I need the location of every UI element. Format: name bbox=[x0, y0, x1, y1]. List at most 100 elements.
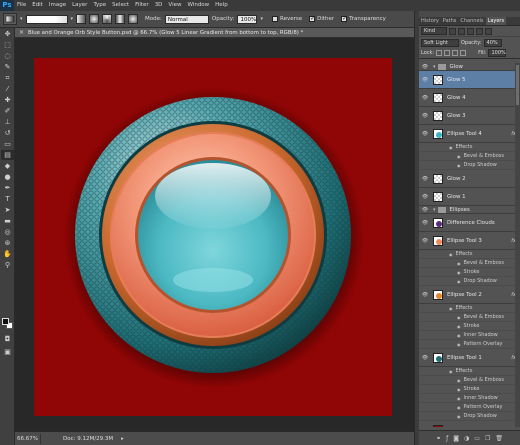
visibility-eye-icon[interactable]: 👁 bbox=[419, 194, 431, 200]
crop-tool-icon[interactable]: ⌗ bbox=[1, 73, 14, 83]
layer-name[interactable]: Difference Clouds bbox=[447, 220, 495, 226]
effects-header[interactable]: ◉ Effects bbox=[419, 250, 520, 259]
filter-smart-object-icon[interactable] bbox=[485, 27, 492, 35]
effect-row-inner-shadow[interactable]: ◉ Inner Shadow bbox=[419, 331, 520, 340]
layer-row-glow-1[interactable]: 👁 Glow 1 bbox=[419, 188, 520, 206]
layer-thumbnail[interactable] bbox=[433, 110, 443, 121]
layer-name[interactable]: Ellipse Tool 1 bbox=[447, 355, 482, 361]
effect-row-inner-shadow[interactable]: ◉ Inner Shadow bbox=[419, 394, 520, 403]
layers-scrollbar[interactable] bbox=[515, 63, 520, 427]
layer-name[interactable]: Glow bbox=[450, 64, 463, 70]
brush-tool-icon[interactable]: ✐ bbox=[1, 106, 14, 116]
healing-brush-tool-icon[interactable]: ✚ bbox=[1, 95, 14, 105]
effect-row-drop-shadow[interactable]: ◉ Drop Shadow bbox=[419, 412, 520, 421]
move-tool-icon[interactable]: ✥ bbox=[1, 29, 14, 39]
visibility-eye-icon[interactable]: 👁 bbox=[419, 77, 431, 83]
gradient-tool-icon[interactable]: ▤ bbox=[1, 150, 14, 160]
chevron-down-icon[interactable]: ▾ bbox=[20, 16, 23, 22]
dodge-tool-icon[interactable]: ● bbox=[1, 172, 14, 182]
filter-shape-icon[interactable] bbox=[476, 27, 483, 35]
layer-row-glow-5[interactable]: 👁 Glow 5 bbox=[419, 71, 520, 89]
zoom-field[interactable]: 66.67% bbox=[15, 433, 41, 444]
lasso-tool-icon[interactable]: ◌ bbox=[1, 51, 14, 61]
menu-image[interactable]: Image bbox=[46, 0, 69, 11]
adjustment-layer-icon[interactable]: ◑ bbox=[464, 435, 469, 442]
lock-transparent-icon[interactable] bbox=[436, 50, 443, 56]
layer-row-glow-4[interactable]: 👁 Glow 4 bbox=[419, 89, 520, 107]
visibility-eye-icon[interactable]: ◉ bbox=[457, 163, 461, 168]
tab-channels[interactable]: Channels bbox=[458, 17, 485, 25]
visibility-eye-icon[interactable]: 👁 bbox=[419, 64, 431, 70]
layer-thumbnail[interactable] bbox=[433, 352, 443, 363]
visibility-eye-icon[interactable]: ◉ bbox=[457, 279, 461, 284]
visibility-eye-icon[interactable]: ◉ bbox=[457, 387, 461, 392]
menu-file[interactable]: File bbox=[14, 0, 29, 11]
transparency-checkbox[interactable]: Transparency bbox=[341, 15, 386, 22]
menu-select[interactable]: Select bbox=[109, 0, 132, 11]
visibility-eye-icon[interactable]: ◉ bbox=[449, 369, 453, 374]
layer-thumbnail[interactable] bbox=[433, 289, 443, 300]
effect-row-stroke[interactable]: ◉ Stroke bbox=[419, 322, 520, 331]
screen-mode-icon[interactable]: ▣ bbox=[1, 347, 14, 357]
angle-gradient-button[interactable] bbox=[102, 14, 113, 24]
dither-checkbox[interactable]: Dither bbox=[309, 15, 334, 22]
type-tool-icon[interactable]: T bbox=[1, 194, 14, 204]
chevron-right-icon[interactable]: ▸ bbox=[121, 436, 124, 442]
link-layers-icon[interactable]: ⚭ bbox=[436, 435, 441, 442]
visibility-eye-icon[interactable]: ◉ bbox=[457, 333, 461, 338]
tool-preset-button[interactable] bbox=[3, 13, 17, 25]
visibility-eye-icon[interactable]: 👁 bbox=[419, 113, 431, 119]
path-selection-tool-icon[interactable]: ➤ bbox=[1, 205, 14, 215]
effect-row-pattern-overlay[interactable]: ◉ Pattern Overlay bbox=[419, 403, 520, 412]
scrollbar-thumb[interactable] bbox=[516, 65, 519, 105]
tab-history[interactable]: History bbox=[419, 17, 441, 25]
menu-3d[interactable]: 3D bbox=[152, 0, 166, 11]
layer-name[interactable]: Background bbox=[447, 427, 479, 428]
layer-thumbnail[interactable] bbox=[433, 74, 443, 85]
eraser-tool-icon[interactable]: ▭ bbox=[1, 139, 14, 149]
zoom-tool-icon[interactable]: ⚲ bbox=[1, 260, 14, 270]
lock-image-icon[interactable] bbox=[444, 50, 451, 56]
layer-thumbnail[interactable] bbox=[433, 173, 443, 184]
layer-row-glow-3[interactable]: 👁 Glow 3 bbox=[419, 107, 520, 125]
visibility-eye-icon[interactable]: ◉ bbox=[457, 315, 461, 320]
close-icon[interactable]: × bbox=[19, 29, 24, 36]
marquee-tool-icon[interactable]: ⬚ bbox=[1, 40, 14, 50]
document-canvas[interactable] bbox=[34, 58, 392, 416]
layer-name[interactable]: Glow 3 bbox=[447, 113, 466, 119]
layer-thumbnail[interactable] bbox=[433, 128, 443, 139]
visibility-eye-icon[interactable]: ◉ bbox=[457, 405, 461, 410]
visibility-eye-icon[interactable]: ◉ bbox=[449, 306, 453, 311]
effects-header[interactable]: ◉ Effects bbox=[419, 143, 520, 152]
layer-row-difference-clouds[interactable]: 👁 Difference Clouds bbox=[419, 214, 520, 232]
menu-window[interactable]: Window bbox=[184, 0, 212, 11]
color-swatches[interactable] bbox=[2, 318, 13, 330]
new-layer-icon[interactable]: ❐ bbox=[485, 435, 490, 442]
effects-header[interactable]: ◉ Effects bbox=[419, 367, 520, 376]
document-tab[interactable]: × Blue and Orange Orb Style Button.psd @… bbox=[15, 28, 414, 38]
visibility-eye-icon[interactable]: ◉ bbox=[457, 324, 461, 329]
canvas-area[interactable] bbox=[15, 38, 414, 431]
history-brush-tool-icon[interactable]: ↺ bbox=[1, 128, 14, 138]
filter-pixel-icon[interactable] bbox=[449, 27, 456, 35]
layer-group-ellipses[interactable]: 👁 ▾ Ellipses bbox=[419, 206, 520, 214]
effect-row-pattern-overlay[interactable]: ◉ Pattern Overlay bbox=[419, 340, 520, 349]
3d-camera-tool-icon[interactable]: ⊛ bbox=[1, 238, 14, 248]
tab-layers[interactable]: Layers bbox=[485, 17, 507, 25]
lock-all-icon[interactable] bbox=[460, 50, 467, 56]
layer-row-ellipse-tool-1[interactable]: 👁 Ellipse Tool 1 fx bbox=[419, 349, 520, 367]
visibility-eye-icon[interactable]: 👁 bbox=[419, 238, 431, 244]
delete-layer-icon[interactable]: 🗑 bbox=[495, 435, 503, 442]
effect-row-bevel-emboss[interactable]: ◉ Bevel & Emboss bbox=[419, 259, 520, 268]
visibility-eye-icon[interactable]: 👁 bbox=[419, 427, 431, 428]
filter-type-icon[interactable] bbox=[467, 27, 474, 35]
visibility-eye-icon[interactable]: ◉ bbox=[457, 270, 461, 275]
filter-kind-select[interactable]: Kind bbox=[421, 27, 447, 35]
layer-name[interactable]: Glow 4 bbox=[447, 95, 466, 101]
effects-header[interactable]: ◉ Effects bbox=[419, 304, 520, 313]
visibility-eye-icon[interactable]: ◉ bbox=[457, 378, 461, 383]
dither-box[interactable] bbox=[309, 15, 315, 22]
chevron-down-icon[interactable]: ▾ bbox=[433, 207, 436, 213]
blur-tool-icon[interactable]: ◆ bbox=[1, 161, 14, 171]
layer-thumbnail[interactable] bbox=[433, 191, 443, 202]
